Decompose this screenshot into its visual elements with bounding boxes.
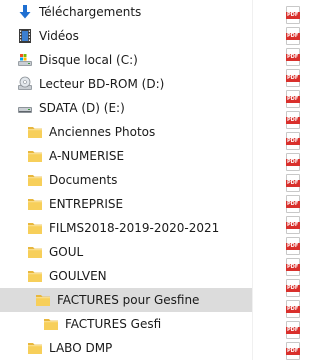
pdf-file-icon[interactable]: PDF: [286, 258, 300, 276]
folder-icon: [26, 339, 44, 357]
nav-item-10[interactable]: GOUL: [0, 240, 252, 264]
pdf-badge: PDF: [286, 306, 300, 313]
folder-icon: [26, 219, 44, 237]
nav-item-label: A-NUMERISE: [49, 149, 125, 163]
pdf-file-icon[interactable]: PDF: [286, 153, 300, 171]
pdf-file-icon[interactable]: PDF: [286, 195, 300, 213]
nav-item-label: LABO DMP: [49, 341, 113, 355]
pdf-file-icon[interactable]: PDF: [286, 237, 300, 255]
file-list[interactable]: PDF PDF PDF PDF PDF PDF PDF PDF PDF PDF PDF PDF PDF P…: [253, 0, 300, 360]
pdf-file-icon[interactable]: PDF: [286, 342, 300, 360]
pdf-badge: PDF: [286, 180, 300, 187]
nav-item-label: GOULVEN: [49, 269, 107, 283]
pdf-badge: PDF: [286, 33, 300, 40]
pdf-file-icon[interactable]: PDF: [286, 216, 300, 234]
nav-item-5[interactable]: Anciennes Photos: [0, 120, 252, 144]
pdf-file-icon[interactable]: PDF: [286, 27, 300, 45]
nav-item-label: Documents: [49, 173, 118, 187]
nav-item-label: Téléchargements: [39, 5, 142, 19]
nav-item-8[interactable]: ENTREPRISE: [0, 192, 252, 216]
nav-item-13[interactable]: FACTURES Gesfi: [0, 312, 252, 336]
nav-item-7[interactable]: Documents: [0, 168, 252, 192]
nav-item-label: Vidéos: [39, 29, 79, 43]
pdf-file-icon[interactable]: PDF: [286, 90, 300, 108]
nav-item-6[interactable]: A-NUMERISE: [0, 144, 252, 168]
folder-icon: [26, 195, 44, 213]
pdf-badge: PDF: [286, 285, 300, 292]
pdf-file-icon[interactable]: PDF: [286, 48, 300, 66]
nav-item-label: FILMS2018-2019-2020-2021: [49, 221, 220, 235]
navigation-pane[interactable]: Téléchargements Vidéos Disque local (C:) Le…: [0, 0, 252, 360]
pdf-badge: PDF: [286, 264, 300, 271]
video-film-icon: [16, 27, 34, 45]
pdf-badge: PDF: [286, 201, 300, 208]
file-explorer: Téléchargements Vidéos Disque local (C:) Le…: [0, 0, 300, 360]
pdf-file-icon[interactable]: PDF: [286, 174, 300, 192]
nav-item-3[interactable]: Lecteur BD-ROM (D:): [0, 72, 252, 96]
pdf-badge: PDF: [286, 96, 300, 103]
pdf-badge: PDF: [286, 348, 300, 355]
nav-item-0[interactable]: Téléchargements: [0, 0, 252, 24]
pdf-file-icon[interactable]: PDF: [286, 111, 300, 129]
folder-icon: [26, 123, 44, 141]
nav-item-12[interactable]: FACTURES pour Gesfine: [0, 288, 252, 312]
download-arrow-icon: [16, 3, 34, 21]
pdf-badge: PDF: [286, 117, 300, 124]
nav-item-label: SDATA (D) (E:): [39, 101, 125, 115]
pdf-badge: PDF: [286, 54, 300, 61]
nav-item-9[interactable]: FILMS2018-2019-2020-2021: [0, 216, 252, 240]
pdf-file-icon[interactable]: PDF: [286, 6, 300, 24]
pdf-file-icon[interactable]: PDF: [286, 300, 300, 318]
folder-icon: [34, 291, 52, 309]
nav-item-label: Disque local (C:): [39, 53, 138, 67]
nav-item-label: GOUL: [49, 245, 84, 259]
pdf-file-icon[interactable]: PDF: [286, 279, 300, 297]
folder-icon: [26, 171, 44, 189]
folder-icon: [26, 147, 44, 165]
folder-icon: [42, 315, 60, 333]
pdf-badge: PDF: [286, 138, 300, 145]
pdf-badge: PDF: [286, 243, 300, 250]
pdf-badge: PDF: [286, 222, 300, 229]
optical-drive-icon: [16, 75, 34, 93]
local-disk-icon: [16, 51, 34, 69]
pdf-badge: PDF: [286, 75, 300, 82]
pdf-file-icon[interactable]: PDF: [286, 132, 300, 150]
pdf-badge: PDF: [286, 327, 300, 334]
drive-icon: [16, 99, 34, 117]
nav-item-label: ENTREPRISE: [49, 197, 124, 211]
nav-item-14[interactable]: LABO DMP: [0, 336, 252, 360]
folder-icon: [26, 267, 44, 285]
nav-item-2[interactable]: Disque local (C:): [0, 48, 252, 72]
pdf-file-icon[interactable]: PDF: [286, 321, 300, 339]
nav-item-label: FACTURES pour Gesfine: [57, 293, 200, 307]
folder-icon: [26, 243, 44, 261]
nav-item-4[interactable]: SDATA (D) (E:): [0, 96, 252, 120]
nav-item-label: FACTURES Gesfi: [65, 317, 162, 331]
nav-item-label: Lecteur BD-ROM (D:): [39, 77, 165, 91]
nav-item-11[interactable]: GOULVEN: [0, 264, 252, 288]
pdf-badge: PDF: [286, 159, 300, 166]
pdf-file-icon[interactable]: PDF: [286, 69, 300, 87]
nav-item-label: Anciennes Photos: [49, 125, 156, 139]
pdf-badge: PDF: [286, 12, 300, 19]
nav-item-1[interactable]: Vidéos: [0, 24, 252, 48]
